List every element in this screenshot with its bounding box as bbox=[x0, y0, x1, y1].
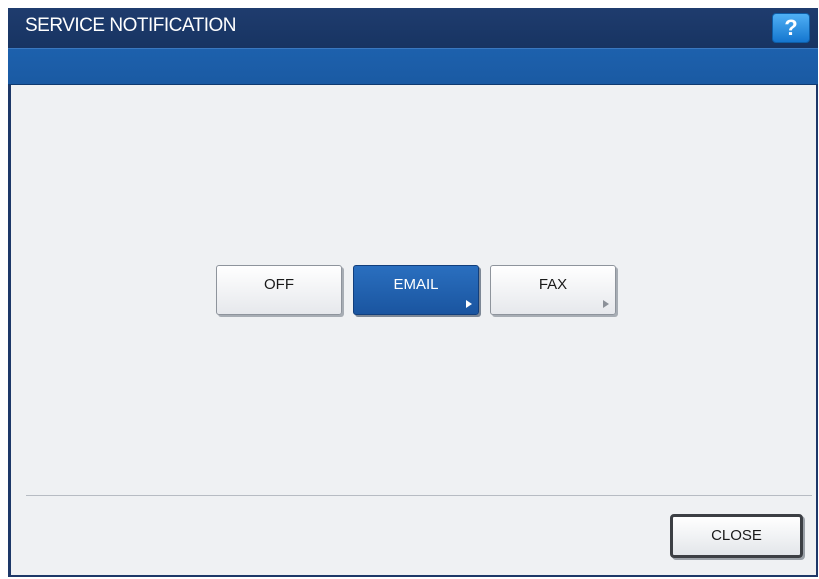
off-button[interactable]: OFF bbox=[216, 265, 342, 315]
close-button[interactable]: CLOSE bbox=[670, 514, 803, 558]
fax-button[interactable]: FAX bbox=[490, 265, 616, 315]
off-label: OFF bbox=[264, 276, 294, 293]
question-mark-icon: ? bbox=[784, 15, 798, 40]
close-label: CLOSE bbox=[711, 527, 762, 544]
fax-label: FAX bbox=[538, 276, 568, 293]
email-label: EMAIL bbox=[393, 276, 439, 293]
email-button[interactable]: EMAIL bbox=[353, 265, 479, 315]
footer-divider bbox=[26, 495, 812, 496]
title-bar: SERVICE NOTIFICATION ? bbox=[8, 8, 818, 48]
sub-header-bar bbox=[8, 48, 818, 85]
triangle-right-icon bbox=[466, 300, 472, 308]
dialog-title: SERVICE NOTIFICATION bbox=[25, 15, 237, 36]
help-button[interactable]: ? bbox=[772, 13, 810, 43]
triangle-right-icon bbox=[603, 300, 609, 308]
service-notification-dialog: SERVICE NOTIFICATION ? OFF EMAIL FAX CLO… bbox=[8, 8, 818, 577]
